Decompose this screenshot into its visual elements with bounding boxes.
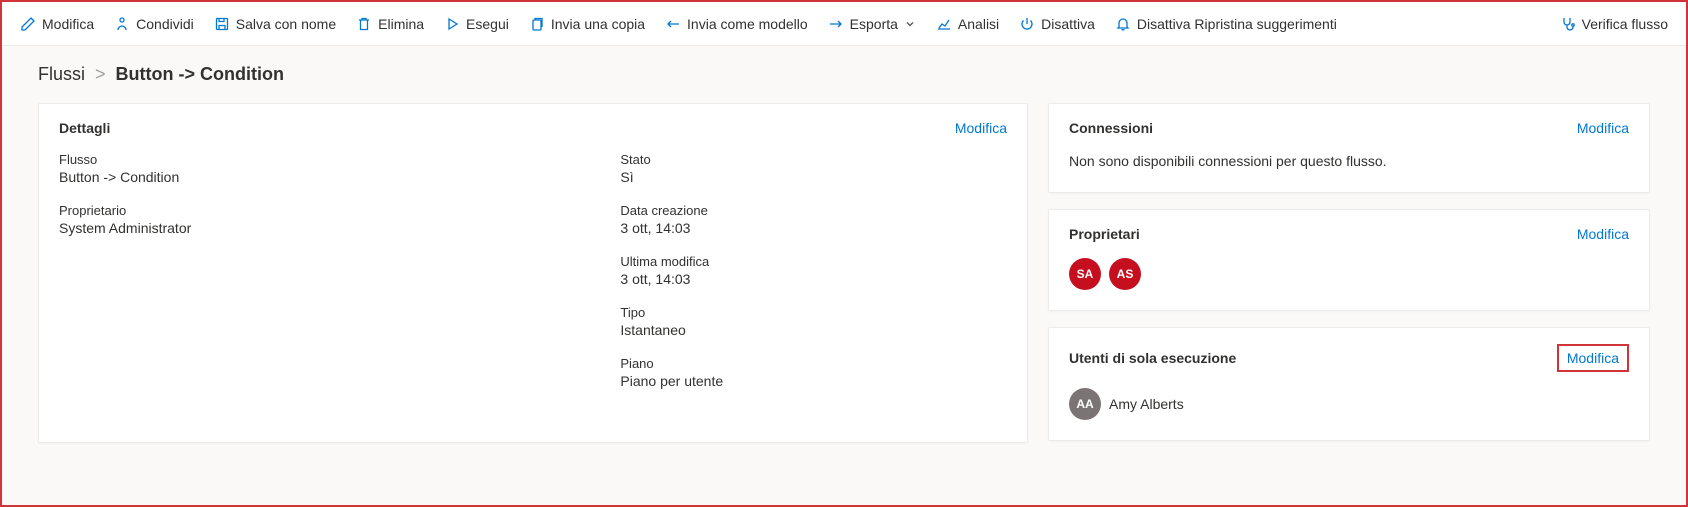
send-template-button[interactable]: Invia come modello [655,10,818,38]
run-only-title: Utenti di sola esecuzione [1069,350,1236,366]
created-value: 3 ott, 14:03 [620,220,1007,236]
trash-icon [356,16,372,32]
details-edit-link[interactable]: Modifica [955,120,1007,136]
flow-value: Button -> Condition [59,169,580,185]
chevron-down-icon [904,18,916,30]
send-icon [665,16,681,32]
owner-persona[interactable]: SA [1069,258,1101,290]
power-icon [1019,16,1035,32]
export-label: Esporta [850,16,898,32]
send-copy-button[interactable]: Invia una copia [519,10,655,38]
save-as-button[interactable]: Salva con nome [204,10,346,38]
breadcrumb: Flussi > Button -> Condition [38,64,1650,85]
export-button[interactable]: Esporta [818,10,926,38]
command-bar: Modifica Condividi Salva con nome Elimin… [2,2,1686,46]
analysis-label: Analisi [958,16,999,32]
delete-label: Elimina [378,16,424,32]
details-card: Dettagli Modifica Flusso Button -> Condi… [38,103,1028,443]
flow-label: Flusso [59,152,580,167]
export-icon [828,16,844,32]
run-label: Esegui [466,16,509,32]
breadcrumb-root[interactable]: Flussi [38,64,85,85]
run-only-edit-link[interactable]: Modifica [1557,344,1629,372]
stethoscope-icon [1560,16,1576,32]
save-as-label: Salva con nome [236,16,336,32]
created-label: Data creazione [620,203,1007,218]
bell-icon [1115,16,1131,32]
share-icon [114,16,130,32]
modified-label: Ultima modifica [620,254,1007,269]
type-value: Istantaneo [620,322,1007,338]
save-icon [214,16,230,32]
owner-value: System Administrator [59,220,580,236]
send-copy-label: Invia una copia [551,16,645,32]
run-only-users-card: Utenti di sola esecuzione Modifica AA Am… [1048,327,1650,441]
owners-title: Proprietari [1069,226,1140,242]
share-button[interactable]: Condividi [104,10,204,38]
disable-button[interactable]: Disattiva [1009,10,1105,38]
breadcrumb-separator: > [95,64,106,85]
owners-card: Proprietari Modifica SA AS [1048,209,1650,311]
share-label: Condividi [136,16,194,32]
edit-button[interactable]: Modifica [10,10,104,38]
verify-flow-label: Verifica flusso [1582,16,1668,32]
toggle-suggestions-button[interactable]: Disattiva Ripristina suggerimenti [1105,10,1347,38]
analysis-button[interactable]: Analisi [926,10,1009,38]
owners-edit-link[interactable]: Modifica [1577,226,1629,242]
run-only-user-persona[interactable]: AA [1069,388,1101,420]
disable-label: Disattiva [1041,16,1095,32]
connections-title: Connessioni [1069,120,1153,136]
toggle-suggestions-label: Disattiva Ripristina suggerimenti [1137,16,1337,32]
send-template-label: Invia come modello [687,16,808,32]
owner-persona[interactable]: AS [1109,258,1141,290]
copy-icon [529,16,545,32]
pencil-icon [20,16,36,32]
delete-button[interactable]: Elimina [346,10,434,38]
status-value: Sì [620,169,1007,185]
connections-card: Connessioni Modifica Non sono disponibil… [1048,103,1650,193]
modified-value: 3 ott, 14:03 [620,271,1007,287]
verify-flow-button[interactable]: Verifica flusso [1550,10,1678,38]
edit-label: Modifica [42,16,94,32]
details-title: Dettagli [59,120,110,136]
plan-value: Piano per utente [620,373,1007,389]
connections-edit-link[interactable]: Modifica [1577,120,1629,136]
plan-label: Piano [620,356,1007,371]
chart-icon [936,16,952,32]
owner-label: Proprietario [59,203,580,218]
run-button[interactable]: Esegui [434,10,519,38]
breadcrumb-current: Button -> Condition [116,64,284,85]
type-label: Tipo [620,305,1007,320]
connections-empty-text: Non sono disponibili connessioni per que… [1069,152,1629,172]
status-label: Stato [620,152,1007,167]
run-only-user-name: Amy Alberts [1109,396,1184,412]
play-icon [444,16,460,32]
